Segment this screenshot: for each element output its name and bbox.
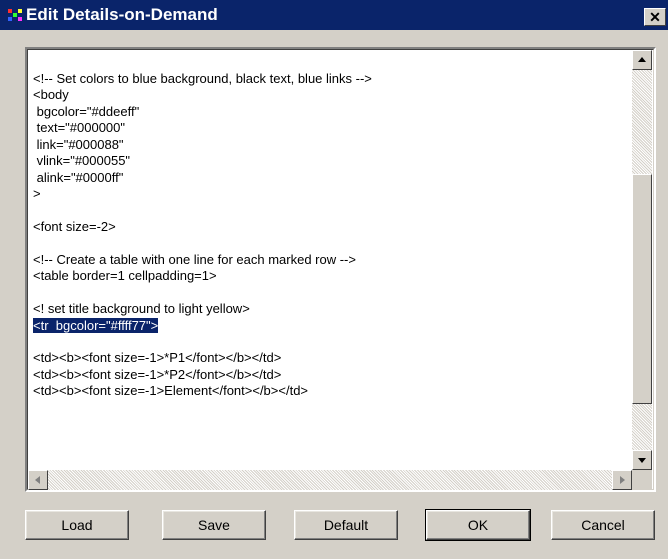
code-line[interactable]: <td><b><font size=-1>*P1</font></b></td>: [33, 350, 623, 366]
code-line[interactable]: <font size=-2>: [33, 219, 623, 235]
arrow-right-icon: [620, 476, 625, 484]
code-line[interactable]: alink="#0000ff": [33, 170, 623, 186]
load-button[interactable]: Load: [25, 510, 129, 540]
code-line[interactable]: >: [33, 186, 623, 202]
code-line[interactable]: link="#000088": [33, 137, 623, 153]
code-line[interactable]: <body: [33, 87, 623, 103]
code-line[interactable]: [33, 235, 623, 251]
code-line[interactable]: vlink="#000055": [33, 153, 623, 169]
edit-details-dialog: Edit Details-on-Demand ✕ <!-- Set colors…: [0, 0, 668, 559]
default-button[interactable]: Default: [294, 510, 398, 540]
scrollbar-corner: [632, 470, 652, 490]
arrow-down-icon: [638, 458, 646, 463]
scroll-left-button[interactable]: [28, 470, 48, 490]
code-editor[interactable]: <!-- Set colors to blue background, blac…: [25, 47, 656, 492]
code-text-area[interactable]: <!-- Set colors to blue background, blac…: [33, 71, 623, 465]
code-line[interactable]: <tr bgcolor="#ffff77">: [33, 317, 623, 334]
code-line[interactable]: [33, 285, 623, 301]
ok-button[interactable]: OK: [425, 509, 531, 541]
code-line[interactable]: text="#000000": [33, 120, 623, 136]
horizontal-scrollbar[interactable]: [28, 470, 632, 490]
arrow-left-icon: [35, 476, 40, 484]
title-bar[interactable]: Edit Details-on-Demand ✕: [0, 0, 668, 30]
arrow-up-icon: [638, 57, 646, 62]
code-line[interactable]: bgcolor="#ddeeff": [33, 104, 623, 120]
scroll-right-button[interactable]: [612, 470, 632, 490]
scroll-up-button[interactable]: [632, 50, 652, 70]
code-line[interactable]: <table border=1 cellpadding=1>: [33, 268, 623, 284]
cancel-button[interactable]: Cancel: [551, 510, 655, 540]
code-line[interactable]: <!-- Create a table with one line for ea…: [33, 252, 623, 268]
code-line[interactable]: <td><b><font size=-1>*P2</font></b></td>: [33, 367, 623, 383]
vertical-scroll-thumb[interactable]: [632, 174, 652, 404]
app-icon: [8, 9, 22, 21]
scroll-down-button[interactable]: [632, 450, 652, 470]
code-line[interactable]: [33, 334, 623, 350]
code-line[interactable]: [33, 203, 623, 219]
close-button[interactable]: ✕: [644, 8, 666, 26]
code-line[interactable]: <!-- Set colors to blue background, blac…: [33, 71, 623, 87]
code-line[interactable]: <! set title background to light yellow>: [33, 301, 623, 317]
selected-text[interactable]: <tr bgcolor="#ffff77">: [33, 317, 159, 333]
code-line[interactable]: <td><b><font size=-1>Element</font></b><…: [33, 383, 623, 399]
save-button[interactable]: Save: [162, 510, 266, 540]
window-title: Edit Details-on-Demand: [26, 5, 218, 24]
